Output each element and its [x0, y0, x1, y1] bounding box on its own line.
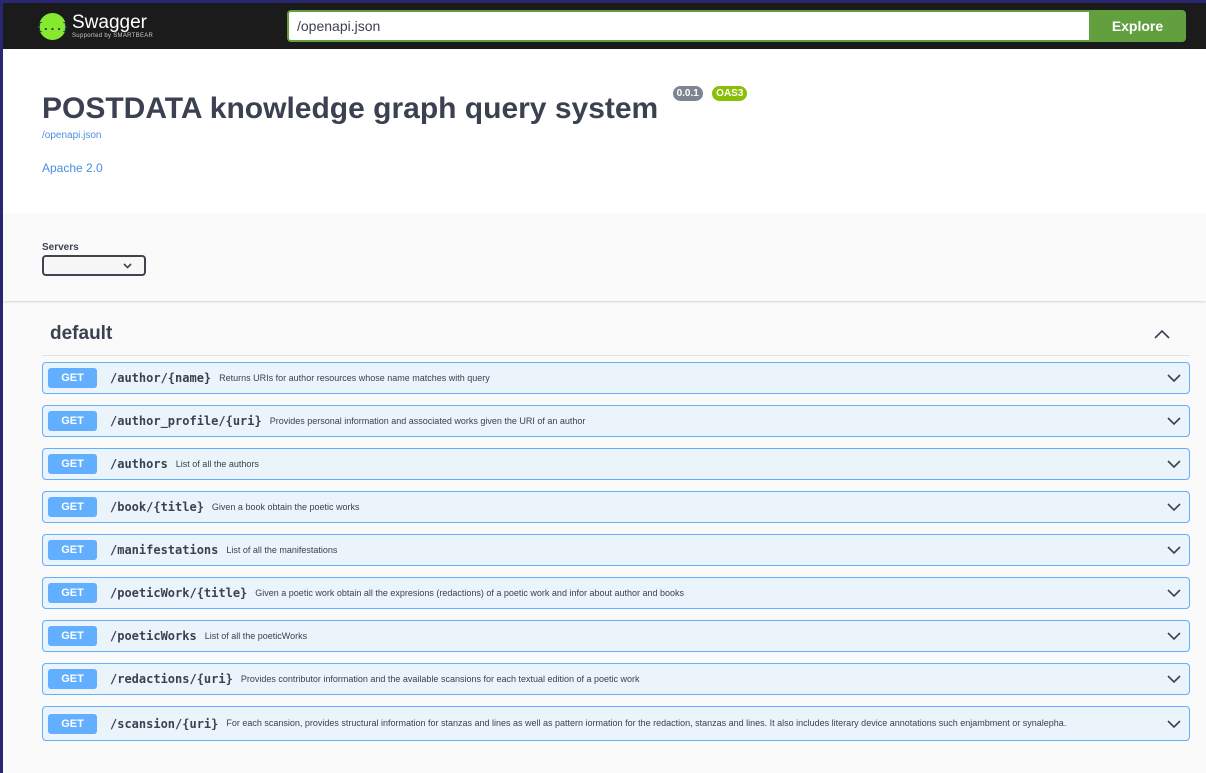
oas-badge: OAS3 [712, 85, 748, 101]
logo-name: Swagger [72, 12, 147, 33]
method-badge: GET [48, 368, 97, 388]
chevron-down-icon[interactable] [1166, 716, 1182, 732]
chevron-down-icon[interactable] [1166, 542, 1182, 558]
method-badge: GET [48, 454, 97, 474]
operation-path: /poeticWork/{title} [110, 586, 248, 600]
operation-summary: List of all the poeticWorks [204, 630, 308, 641]
logo-text: Swagger Supported by SMARTBEAR [72, 13, 153, 39]
operation-get-author-profile[interactable]: GET /author_profile/{uri} Provides perso… [42, 405, 1190, 437]
operation-path: /authors [110, 457, 168, 471]
operation-summary: Given a book obtain the poetic works [211, 501, 360, 512]
version-badge: 0.0.1 [672, 85, 703, 101]
spec-url-input[interactable] [287, 10, 1089, 42]
operation-summary: Returns URIs for author resources whose … [219, 372, 490, 383]
badges: 0.0.1 OAS3 [672, 75, 749, 109]
chevron-down-icon[interactable] [1166, 585, 1182, 601]
operation-summary: List of all the manifestations [226, 544, 338, 555]
method-badge: GET [48, 411, 97, 431]
method-badge: GET [48, 497, 97, 517]
divider [42, 355, 1190, 356]
operation-get-author-name[interactable]: GET /author/{name} Returns URIs for auth… [42, 362, 1190, 394]
swagger-logo[interactable]: {...} Swagger Supported by SMARTBEAR [36, 12, 287, 40]
api-info: POSTDATA knowledge graph query system 0.… [3, 49, 1206, 214]
operation-summary: Given a poetic work obtain all the expre… [255, 587, 685, 598]
operation-path: /manifestations [110, 543, 219, 557]
operation-get-poeticworks[interactable]: GET /poeticWorks List of all the poeticW… [42, 620, 1190, 652]
chevron-down-icon[interactable] [1166, 628, 1182, 644]
chevron-down-icon[interactable] [1166, 413, 1182, 429]
operation-get-authors[interactable]: GET /authors List of all the authors [42, 448, 1190, 480]
operation-path: /author/{name} [110, 371, 212, 385]
logo-tagline: Supported by SMARTBEAR [72, 33, 154, 39]
chevron-down-icon[interactable] [1166, 370, 1182, 386]
operation-path: /book/{title} [110, 500, 204, 514]
explore-button[interactable]: Explore [1089, 10, 1186, 42]
operation-get-poeticwork-title[interactable]: GET /poeticWork/{title} Given a poetic w… [42, 577, 1190, 609]
operation-path: /redactions/{uri} [110, 672, 233, 686]
operation-path: /scansion/{uri} [110, 716, 219, 731]
operation-path: /author_profile/{uri} [110, 414, 262, 428]
operation-get-redactions-uri[interactable]: GET /redactions/{uri} Provides contribut… [42, 663, 1190, 695]
servers-select[interactable] [42, 255, 146, 276]
method-badge: GET [48, 626, 97, 646]
servers-section: Servers [3, 214, 1206, 301]
topbar: {...} Swagger Supported by SMARTBEAR Exp… [3, 0, 1206, 49]
operation-summary: Provides personal information and associ… [269, 415, 586, 426]
operation-summary: Provides contributor information and the… [240, 673, 640, 684]
method-badge: GET [48, 713, 97, 734]
method-badge: GET [48, 583, 97, 603]
operation-summary: For each scansion, provides structural i… [226, 718, 1067, 728]
url-form: Explore [287, 10, 1186, 42]
servers-label: Servers [42, 242, 79, 253]
page-title: POSTDATA knowledge graph query system 0.… [42, 85, 748, 126]
spec-url-link[interactable]: /openapi.json [42, 130, 102, 141]
chevron-down-icon[interactable] [1166, 499, 1182, 515]
tag-header[interactable]: default [50, 323, 112, 345]
operations-list: GET /author/{name} Returns URIs for auth… [42, 362, 1190, 752]
operation-get-book-title[interactable]: GET /book/{title} Given a book obtain th… [42, 491, 1190, 523]
operation-get-manifestations[interactable]: GET /manifestations List of all the mani… [42, 534, 1190, 566]
operation-summary: List of all the authors [175, 458, 259, 469]
api-title: POSTDATA knowledge graph query system [42, 92, 659, 125]
swagger-logo-icon: {...} [36, 12, 69, 40]
chevron-down-icon [123, 262, 132, 269]
method-badge: GET [48, 669, 97, 689]
method-badge: GET [48, 540, 97, 560]
chevron-down-icon[interactable] [1166, 671, 1182, 687]
operation-path: /poeticWorks [110, 629, 197, 643]
license-link[interactable]: Apache 2.0 [42, 161, 103, 175]
chevron-up-icon[interactable] [1154, 329, 1170, 339]
chevron-down-icon[interactable] [1166, 456, 1182, 472]
operation-get-scansion-uri[interactable]: GET /scansion/{uri} For each scansion, p… [42, 706, 1190, 741]
